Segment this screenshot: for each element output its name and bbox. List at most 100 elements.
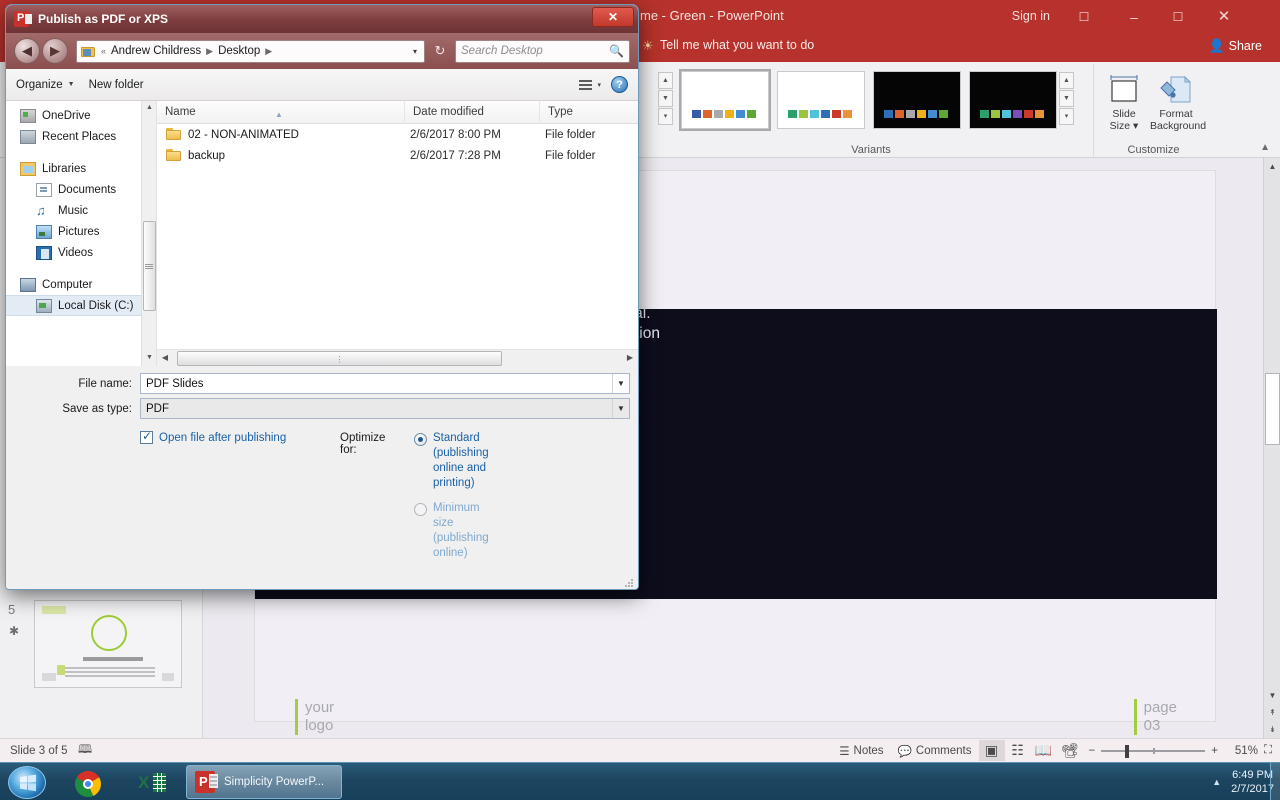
- minimize-icon[interactable]: –: [1116, 6, 1152, 28]
- zoom-handle[interactable]: [1125, 744, 1130, 758]
- file-name-input[interactable]: PDF Slides ▼: [140, 373, 630, 394]
- sidebar-item-local-disk[interactable]: Local Disk (C:): [6, 295, 156, 316]
- slideshow-view-icon[interactable]: 📽: [1057, 740, 1083, 761]
- sidebar-item-computer[interactable]: Computer: [6, 274, 156, 295]
- next-slide-icon[interactable]: ↡: [1264, 721, 1280, 738]
- column-header-type[interactable]: Type: [540, 101, 630, 124]
- previous-slide-icon[interactable]: ↟: [1264, 704, 1280, 721]
- scrollbar-bottom-buttons[interactable]: ▼ ↟ ↡: [1264, 687, 1280, 738]
- variant-thumbnail-1[interactable]: [679, 69, 771, 131]
- list-item[interactable]: [34, 600, 182, 688]
- show-desktop-button[interactable]: [1270, 763, 1280, 800]
- scroll-left-icon[interactable]: ◀: [157, 350, 173, 367]
- zoom-out-icon[interactable]: −: [1089, 745, 1096, 757]
- variant-thumbnail-2[interactable]: [777, 71, 865, 129]
- zoom-in-icon[interactable]: +: [1211, 745, 1218, 757]
- zoom-percent[interactable]: 51%: [1224, 745, 1258, 757]
- scrollbar-thumb[interactable]: [1265, 373, 1280, 445]
- new-folder-button[interactable]: New folder: [89, 79, 144, 91]
- themes-more-icon[interactable]: ▾: [658, 108, 673, 125]
- optimize-radio-group[interactable]: Standard (publishing online and printing…: [414, 431, 489, 571]
- restore-icon[interactable]: ☐: [1160, 6, 1196, 28]
- ribbon-display-options-icon[interactable]: ☐: [1066, 6, 1102, 28]
- scroll-up-icon[interactable]: ▲: [142, 101, 157, 116]
- open-file-after-publishing-checkbox[interactable]: Open file after publishing: [140, 429, 286, 444]
- format-background-button[interactable]: Format Background: [1150, 70, 1206, 132]
- view-options-button[interactable]: ▾: [579, 79, 601, 90]
- sign-in-link[interactable]: Sign in: [1012, 9, 1050, 23]
- variants-scroll-down-icon[interactable]: ▼: [1059, 90, 1074, 107]
- slide-size-button[interactable]: Slide Size ▾: [1098, 70, 1150, 132]
- table-row[interactable]: 02 - NON-ANIMATED 2/6/2017 8:00 PM File …: [157, 124, 638, 145]
- variant-thumbnail-4[interactable]: [969, 71, 1057, 129]
- taskbar-item-powerpoint[interactable]: P Simplicity PowerP...: [186, 765, 342, 799]
- notes-button[interactable]: ☰ Notes: [832, 742, 890, 760]
- close-icon[interactable]: ✕: [592, 7, 634, 27]
- scroll-up-icon[interactable]: ▲: [1264, 158, 1280, 175]
- scrollbar-thumb[interactable]: ⋮: [177, 350, 502, 366]
- sidebar-item-libraries[interactable]: Libraries: [6, 158, 156, 179]
- themes-gallery-spinner[interactable]: ▲ ▼ ▾: [658, 72, 673, 126]
- normal-view-icon[interactable]: ▣: [978, 740, 1005, 761]
- column-header-name[interactable]: Name ▲: [157, 100, 405, 124]
- sidebar-item-onedrive[interactable]: OneDrive: [6, 105, 156, 126]
- scroll-down-icon[interactable]: ▼: [142, 351, 157, 366]
- checkbox-box[interactable]: [140, 429, 153, 444]
- variants-more-icon[interactable]: ▾: [1059, 108, 1074, 125]
- radio-button-minimum-size[interactable]: [414, 503, 427, 516]
- scroll-right-icon[interactable]: ▶: [622, 350, 638, 367]
- slide-sorter-icon[interactable]: ☷: [1005, 740, 1031, 761]
- address-dropdown-icon[interactable]: ▾: [410, 47, 420, 56]
- sidebar-item-pictures[interactable]: Pictures: [6, 221, 156, 242]
- breadcrumb-item-desktop[interactable]: Desktop: [218, 45, 260, 57]
- reading-view-icon[interactable]: 📖: [1031, 740, 1057, 761]
- file-list-pane[interactable]: Name ▲ Date modified Type 02 - NON-ANIMA…: [156, 100, 638, 366]
- radio-button-standard[interactable]: [414, 433, 427, 446]
- show-hidden-icons-icon[interactable]: ▲: [1212, 777, 1221, 787]
- address-bar[interactable]: « Andrew Childress ▶ Desktop ▶ ▾: [76, 39, 425, 63]
- table-row[interactable]: backup 2/6/2017 7:28 PM File folder: [157, 145, 638, 166]
- save-as-type-select[interactable]: PDF ▼: [140, 398, 630, 419]
- help-icon[interactable]: ?: [611, 76, 628, 93]
- horizontal-scroll-track[interactable]: ⋮: [173, 350, 622, 366]
- file-list-horizontal-scrollbar[interactable]: ◀ ⋮ ▶: [157, 349, 638, 366]
- zoom-controls[interactable]: − + 51% ⛶: [1089, 744, 1272, 758]
- publish-as-pdf-dialog[interactable]: P Publish as PDF or XPS ✕ ◀ ▶ « Andrew C…: [5, 4, 639, 590]
- refresh-icon[interactable]: ↻: [429, 40, 451, 63]
- editing-area-scrollbar[interactable]: ▲ ▼ ↟ ↡: [1263, 158, 1280, 738]
- close-icon[interactable]: ✕: [1206, 6, 1242, 28]
- navigation-pane[interactable]: OneDrive Recent Places Libraries Documen…: [6, 101, 157, 366]
- zoom-slider[interactable]: [1101, 744, 1206, 758]
- variants-gallery[interactable]: [679, 69, 1057, 131]
- variants-scroll-up-icon[interactable]: ▲: [1059, 72, 1074, 89]
- share-button[interactable]: 👤 Share: [1208, 38, 1262, 54]
- sidebar-item-recent-places[interactable]: Recent Places: [6, 126, 156, 147]
- column-header-date-modified[interactable]: Date modified: [405, 100, 540, 124]
- variant-thumbnail-3[interactable]: [873, 71, 961, 129]
- fit-slide-to-window-icon[interactable]: ⛶: [1264, 744, 1272, 757]
- clock[interactable]: 6:49 PM 2/7/2017: [1231, 768, 1274, 796]
- breadcrumb-overflow-icon[interactable]: «: [101, 46, 106, 56]
- collapse-ribbon-icon[interactable]: ▲: [1260, 142, 1270, 153]
- sidebar-item-videos[interactable]: Videos: [6, 242, 156, 263]
- resize-grip[interactable]: [623, 577, 635, 589]
- comments-button[interactable]: 💬 Comments: [891, 742, 979, 760]
- sidebar-item-music[interactable]: ♫ Music: [6, 200, 156, 221]
- sidebar-item-documents[interactable]: Documents: [6, 179, 156, 200]
- themes-scroll-down-icon[interactable]: ▼: [658, 90, 673, 107]
- chrome-icon[interactable]: [70, 768, 110, 798]
- radio-standard[interactable]: Standard (publishing online and printing…: [414, 431, 489, 491]
- back-button[interactable]: ◀: [14, 38, 40, 64]
- variants-gallery-spinner[interactable]: ▲ ▼ ▾: [1059, 72, 1074, 126]
- language-proofing-icon[interactable]: 🕮: [78, 740, 92, 761]
- themes-scroll-up-icon[interactable]: ▲: [658, 72, 673, 89]
- tell-me-input[interactable]: Tell me what you want to do: [660, 38, 814, 52]
- navigation-pane-scrollbar[interactable]: ▲ ▼: [141, 101, 157, 366]
- forward-button[interactable]: ▶: [42, 38, 68, 64]
- organize-button[interactable]: Organize ▼: [16, 79, 75, 91]
- breadcrumb-chevron-icon-2[interactable]: ▶: [265, 46, 272, 57]
- scroll-down-icon[interactable]: ▼: [1264, 687, 1280, 704]
- breadcrumb-chevron-icon-1[interactable]: ▶: [206, 46, 213, 57]
- excel-icon[interactable]: X: [132, 768, 172, 798]
- chevron-down-icon[interactable]: ▼: [612, 399, 629, 418]
